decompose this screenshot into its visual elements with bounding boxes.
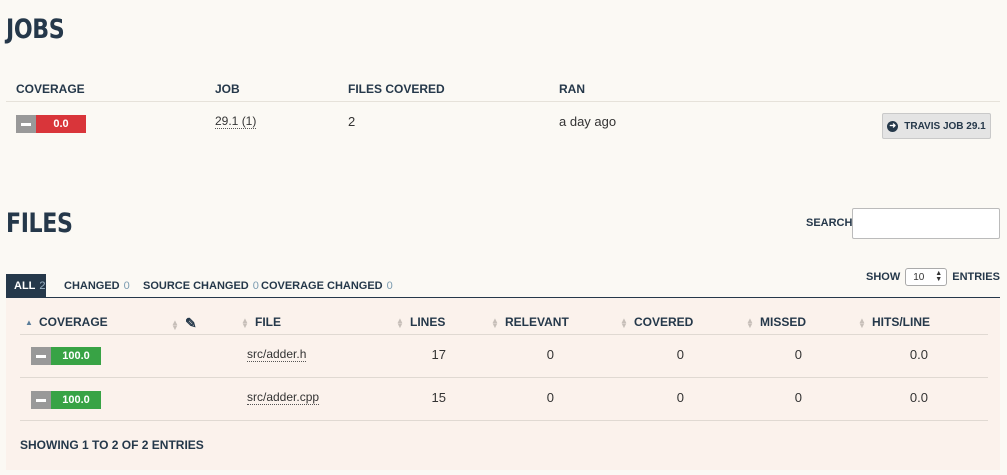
file-link[interactable]: src/adder.h: [247, 347, 307, 362]
job-coverage-badge: 0.0: [16, 115, 86, 133]
search-input[interactable]: [852, 208, 1000, 239]
cell-lines: 15: [431, 390, 446, 405]
file-coverage-value: 100.0: [51, 391, 101, 409]
tab-changed-label: CHANGED: [64, 280, 120, 292]
sort-asc-icon: ▲: [25, 318, 33, 328]
travis-job-label: TRAVIS JOB 29.1: [904, 120, 986, 132]
job-files-covered: 2: [348, 114, 356, 129]
col-hits-line-label: HITS/LINE: [872, 315, 931, 329]
job-coverage-value: 0.0: [36, 115, 86, 133]
sort-icon: ▲ ▼: [620, 315, 628, 330]
row-divider: [20, 420, 988, 421]
jobs-col-coverage: COVERAGE: [16, 82, 85, 96]
col-file-label: FILE: [255, 315, 281, 329]
files-header-divider: [20, 334, 988, 335]
tab-coverage-changed[interactable]: COVERAGE CHANGED 0: [253, 274, 401, 298]
minus-icon: [31, 347, 51, 365]
chevron-updown-icon: ▲ ▼: [935, 270, 943, 283]
minus-icon: [31, 391, 51, 409]
jobs-col-job: JOB: [215, 82, 240, 96]
tab-all-count: 2: [39, 280, 46, 292]
tab-source-changed[interactable]: SOURCE CHANGED 0: [135, 274, 267, 298]
cell-lines: 17: [431, 347, 446, 362]
col-covered-label: COVERED: [634, 315, 694, 329]
col-coverage[interactable]: ▲ COVERAGE: [25, 315, 108, 329]
col-lines[interactable]: ▲ ▼ LINES: [396, 315, 445, 329]
cell-hits-line: 0.0: [909, 390, 928, 405]
page-size-select[interactable]: 10 ▲ ▼: [905, 268, 948, 286]
cell-missed: 0: [794, 347, 802, 362]
col-file[interactable]: ▲ ▼ FILE: [241, 315, 281, 329]
travis-job-button[interactable]: ➜ TRAVIS JOB 29.1: [882, 113, 991, 139]
job-ran: a day ago: [559, 114, 617, 129]
page-size-value: 10: [913, 271, 925, 283]
cell-covered: 0: [676, 390, 684, 405]
tab-all[interactable]: ALL 2: [6, 274, 46, 298]
sort-icon: ▲ ▼: [241, 315, 249, 330]
tab-coverage-changed-label: COVERAGE CHANGED: [261, 280, 383, 292]
jobs-header-divider: [6, 101, 1000, 102]
sort-icon: ▲ ▼: [396, 315, 404, 330]
sort-icon: ▲ ▼: [858, 315, 866, 330]
col-missed[interactable]: ▲ ▼ MISSED: [746, 315, 806, 329]
col-missed-label: MISSED: [760, 315, 807, 329]
job-link[interactable]: 29.1 (1): [215, 114, 257, 129]
jobs-col-files-covered: FILES COVERED: [348, 82, 445, 96]
jobs-title: JOBS: [6, 14, 65, 45]
col-hits-line[interactable]: ▲ ▼ HITS/LINE: [858, 315, 930, 329]
page-size-control: SHOW 10 ▲ ▼ ENTRIES: [866, 268, 1000, 286]
col-relevant[interactable]: ▲ ▼ RELEVANT: [491, 315, 569, 329]
cell-covered: 0: [676, 347, 684, 362]
col-lines-label: LINES: [410, 315, 446, 329]
file-coverage-badge: 100.0: [31, 347, 101, 365]
row-divider: [20, 377, 988, 378]
entries-label: ENTRIES: [952, 271, 1000, 283]
file-coverage-badge: 100.0: [31, 391, 101, 409]
col-covered[interactable]: ▲ ▼ COVERED: [620, 315, 693, 329]
show-label: SHOW: [866, 271, 901, 283]
table-row-file: src/adder.h: [247, 347, 307, 362]
tab-changed[interactable]: CHANGED 0: [56, 274, 138, 298]
cell-relevant: 0: [546, 390, 554, 405]
table-info: SHOWING 1 TO 2 OF 2 ENTRIES: [20, 438, 204, 452]
sort-icon: ▲ ▼: [746, 315, 754, 330]
table-row-file: src/adder.cpp: [247, 390, 320, 405]
circle-arrow-right-icon: ➜: [887, 120, 899, 132]
tab-all-label: ALL: [14, 280, 36, 292]
file-coverage-value: 100.0: [51, 347, 101, 365]
file-link[interactable]: src/adder.cpp: [247, 390, 320, 405]
tab-source-changed-label: SOURCE CHANGED: [143, 280, 249, 292]
tab-coverage-changed-count: 0: [386, 280, 393, 292]
tab-changed-count: 0: [123, 280, 130, 292]
cell-hits-line: 0.0: [909, 347, 928, 362]
minus-icon: [16, 115, 36, 133]
col-coverage-label: COVERAGE: [39, 315, 108, 329]
sort-icon: ▲ ▼: [491, 315, 499, 330]
sort-icon: ▲ ▼: [171, 317, 179, 332]
col-relevant-label: RELEVANT: [505, 315, 569, 329]
pencil-icon: ✎: [185, 315, 197, 331]
files-title: FILES: [6, 208, 73, 239]
job-row: 29.1 (1): [215, 114, 257, 129]
cell-missed: 0: [794, 390, 802, 405]
cell-relevant: 0: [546, 347, 554, 362]
search-label: SEARCH:: [806, 217, 857, 229]
col-edit[interactable]: ▲ ▼ ✎: [171, 315, 197, 332]
jobs-col-ran: RAN: [559, 82, 585, 96]
